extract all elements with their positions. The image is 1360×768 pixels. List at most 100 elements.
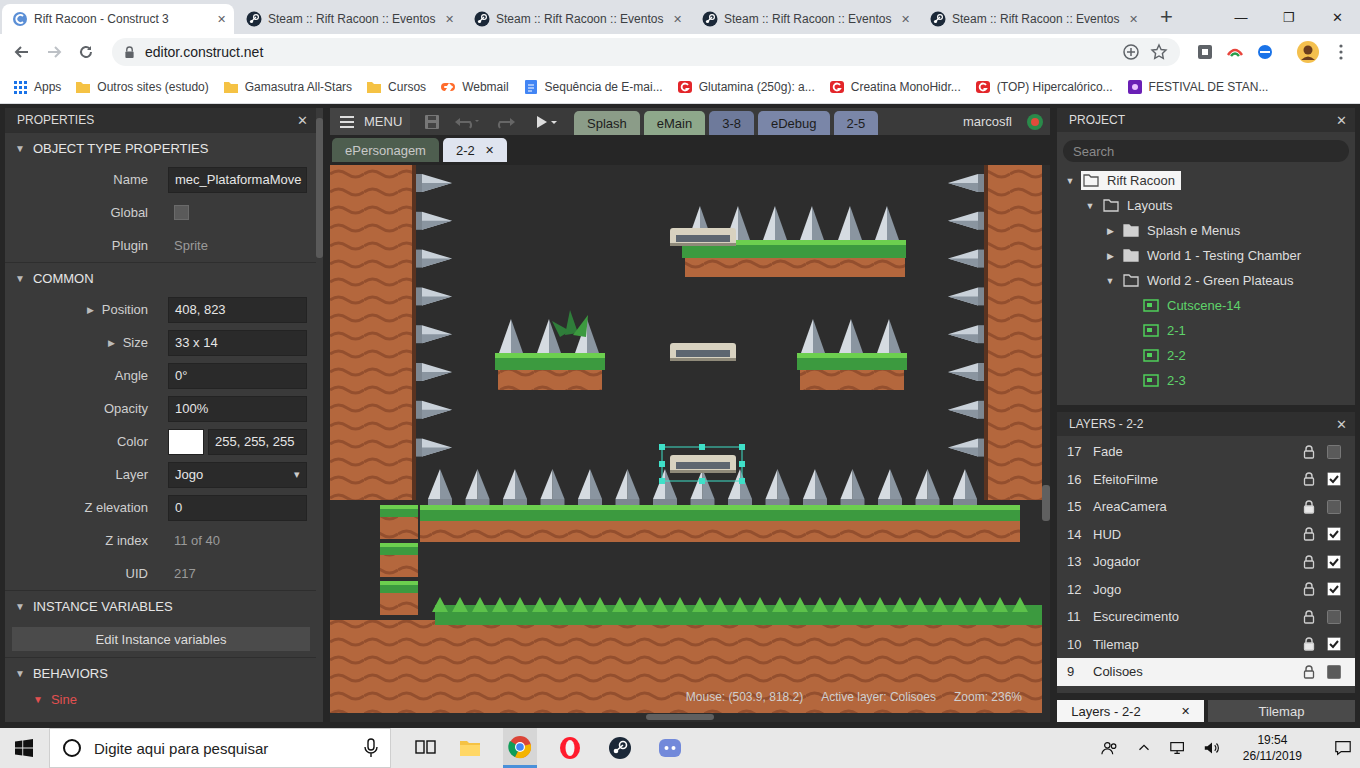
- section-header[interactable]: ▼OBJECT TYPE PROPERTIES: [5, 132, 316, 163]
- layer-row[interactable]: 10 Tilemap: [1057, 631, 1355, 659]
- panel-tab[interactable]: Tilemap: [1208, 700, 1355, 722]
- microphone-icon[interactable]: [364, 738, 378, 758]
- editor-tab[interactable]: 3-8: [709, 111, 754, 135]
- window-control-button[interactable]: ❐: [1266, 0, 1312, 34]
- clock[interactable]: 19:54 26/11/2019: [1237, 732, 1308, 764]
- people-icon[interactable]: [1101, 739, 1119, 757]
- property-field[interactable]: 408, 823: [168, 297, 307, 323]
- layer-row[interactable]: 9 Colisoes: [1057, 658, 1355, 686]
- taskbar-app[interactable]: [603, 728, 637, 768]
- color-field[interactable]: 255, 255, 255: [208, 429, 307, 455]
- project-tree-item[interactable]: 2-2: [1057, 343, 1355, 368]
- network-icon[interactable]: [1169, 739, 1187, 757]
- project-tree-item[interactable]: ▶ Splash e Menus: [1057, 218, 1355, 243]
- project-tree-item[interactable]: 2-1: [1057, 318, 1355, 343]
- section-header[interactable]: ▼INSTANCE VARIABLES: [5, 590, 316, 621]
- profile-avatar-icon[interactable]: [1296, 40, 1320, 64]
- volume-icon[interactable]: [1203, 739, 1221, 757]
- play-icon[interactable]: [534, 114, 560, 130]
- project-tree-item[interactable]: ▶ World 1 - Testing Chamber: [1057, 243, 1355, 268]
- panel-tab[interactable]: Layers - 2-2 ✕: [1057, 700, 1204, 722]
- scrollbar[interactable]: [316, 108, 323, 722]
- visibility-checkbox[interactable]: [1327, 582, 1341, 596]
- layer-dropdown[interactable]: Jogo▾: [168, 462, 307, 488]
- browser-tab[interactable]: Steam :: Rift Racoon :: Eventos ✕: [692, 4, 918, 34]
- forward-arrow-icon[interactable]: [44, 42, 64, 62]
- scrollbar[interactable]: [330, 714, 1050, 722]
- url-field[interactable]: editor.construct.net: [112, 38, 1180, 66]
- project-tree-item[interactable]: ▼ Layouts: [1057, 193, 1355, 218]
- lock-icon[interactable]: [1303, 610, 1315, 624]
- chevron-up-icon[interactable]: [1135, 739, 1153, 757]
- section-header[interactable]: ▼BEHAVIORS: [5, 657, 316, 688]
- section-header[interactable]: ▼COMMON: [5, 262, 316, 293]
- bookmark[interactable]: Cursos: [366, 79, 426, 95]
- bookmark[interactable]: (TOP) Hipercalórico...: [975, 79, 1113, 95]
- new-tab-button[interactable]: +: [1160, 4, 1173, 30]
- notifications-icon[interactable]: [1334, 739, 1352, 757]
- visibility-checkbox[interactable]: [1327, 665, 1341, 679]
- lock-icon[interactable]: [1303, 527, 1315, 541]
- redo-icon[interactable]: [494, 114, 520, 130]
- layer-row[interactable]: 12 Jogo: [1057, 576, 1355, 604]
- browser-menu-icon[interactable]: [1338, 43, 1344, 61]
- layer-row[interactable]: 15 AreaCamera: [1057, 493, 1355, 521]
- lock-icon[interactable]: [1303, 555, 1315, 569]
- window-control-button[interactable]: —: [1218, 0, 1264, 34]
- save-icon[interactable]: [424, 114, 440, 130]
- close-tab-button[interactable]: ✕: [1181, 705, 1190, 718]
- property-field[interactable]: mec_PlataformaMove: [168, 167, 307, 193]
- taskbar-app[interactable]: [553, 728, 587, 768]
- bookmark[interactable]: Creatina MonoHidr...: [829, 79, 961, 95]
- editor-tab[interactable]: 2-5: [834, 111, 879, 135]
- extension-icon[interactable]: [1196, 43, 1214, 61]
- task-view-icon[interactable]: [415, 738, 437, 758]
- bookmark[interactable]: Webmail: [440, 79, 508, 95]
- close-tab-button[interactable]: ✕: [485, 144, 494, 157]
- lock-icon[interactable]: [1303, 472, 1315, 486]
- editor-tab[interactable]: Splash: [574, 111, 640, 135]
- visibility-checkbox[interactable]: [1327, 610, 1341, 624]
- lock-icon[interactable]: [1303, 637, 1315, 651]
- layer-row[interactable]: 13 Jogador: [1057, 548, 1355, 576]
- close-panel-button[interactable]: ✕: [1336, 417, 1347, 432]
- taskbar-app[interactable]: [653, 728, 687, 768]
- visibility-checkbox[interactable]: [1327, 527, 1341, 541]
- close-tab-button[interactable]: ✕: [1126, 13, 1140, 26]
- scrollbar[interactable]: [1042, 165, 1050, 714]
- undo-icon[interactable]: [454, 114, 480, 130]
- layer-row[interactable]: 14 HUD: [1057, 521, 1355, 549]
- bookmark[interactable]: Gamasutra All-Stars: [223, 79, 352, 95]
- bookmark[interactable]: Outros sites (estudo): [75, 79, 208, 95]
- visibility-checkbox[interactable]: [1327, 555, 1341, 569]
- bookmark[interactable]: Apps: [12, 79, 61, 95]
- editor-tab[interactable]: ePersonagem: [332, 138, 439, 162]
- back-arrow-icon[interactable]: [12, 42, 32, 62]
- layer-row[interactable]: 11 Escurecimento: [1057, 603, 1355, 631]
- add-circle-icon[interactable]: [1122, 43, 1140, 61]
- search-field[interactable]: Search: [1063, 140, 1349, 162]
- project-tree-item[interactable]: ▼ Rift Racoon: [1057, 168, 1355, 193]
- close-tab-button[interactable]: ✕: [442, 13, 456, 26]
- lock-icon[interactable]: [1303, 582, 1315, 596]
- close-tab-button[interactable]: ✕: [898, 13, 912, 26]
- project-tree-item[interactable]: 2-3: [1057, 368, 1355, 393]
- reload-icon[interactable]: [76, 42, 96, 62]
- bookmark[interactable]: FESTIVAL DE STAN...: [1127, 79, 1269, 95]
- expand-toggle[interactable]: ▶: [108, 338, 115, 348]
- star-icon[interactable]: [1150, 43, 1168, 61]
- window-control-button[interactable]: ✕: [1314, 0, 1360, 34]
- extension-icon[interactable]: [1256, 43, 1274, 61]
- property-field[interactable]: 33 x 14: [168, 330, 307, 356]
- windows-start-icon[interactable]: [15, 739, 33, 757]
- lock-icon[interactable]: [1303, 665, 1315, 679]
- bookmark[interactable]: Sequência de E-mai...: [523, 79, 663, 95]
- menu-button[interactable]: MENU: [330, 108, 410, 135]
- property-field[interactable]: 0: [168, 495, 307, 521]
- color-swatch[interactable]: [168, 429, 204, 455]
- user-name[interactable]: marcosfl: [963, 114, 1012, 129]
- browser-tab[interactable]: Steam :: Rift Racoon :: Eventos ✕: [920, 4, 1146, 34]
- close-tab-button[interactable]: ✕: [670, 13, 684, 26]
- layout-canvas[interactable]: Mouse: (503.9, 818.2) Active layer: Coli…: [330, 165, 1042, 714]
- moving-platform[interactable]: [670, 228, 736, 246]
